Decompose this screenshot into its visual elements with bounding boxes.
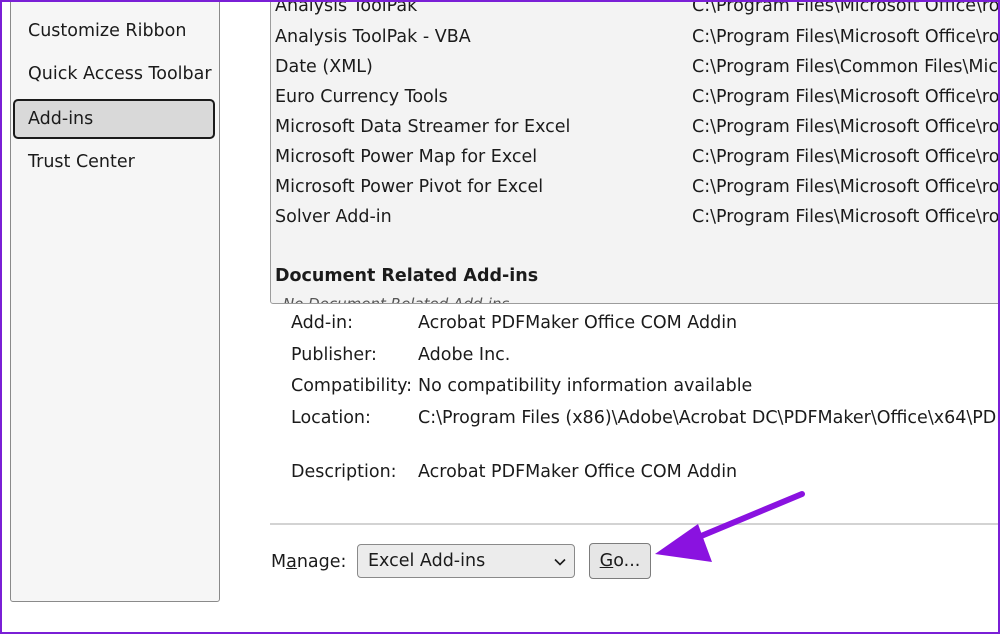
addin-location: C:\Program Files\Microsoft Office\root <box>692 87 1000 107</box>
addin-name: Microsoft Data Streamer for Excel <box>275 117 571 137</box>
manage-select-value: Excel Add-ins <box>368 551 486 571</box>
window-frame: Customize Ribbon Quick Access Toolbar Ad… <box>0 0 1000 634</box>
detail-addin-label: Add-in: <box>291 313 354 333</box>
detail-location-label: Location: <box>291 408 371 428</box>
detail-publisher-label: Publisher: <box>291 345 377 365</box>
pointer-arrow-icon <box>655 491 805 562</box>
list-item[interactable]: Date (XML) C:\Program Files\Common Files… <box>275 54 1000 80</box>
sidebar-item-add-ins[interactable]: Add-ins <box>13 99 215 139</box>
detail-addin-value: Acrobat PDFMaker Office COM Addin <box>418 313 738 333</box>
list-item[interactable]: Euro Currency Tools C:\Program Files\Mic… <box>275 84 1000 110</box>
addin-name: Date (XML) <box>275 57 373 77</box>
addin-location: C:\Program Files\Common Files\Micro <box>692 57 1000 77</box>
addin-location: C:\Program Files\Microsoft Office\root <box>692 147 1000 167</box>
detail-description-label: Description: <box>291 462 397 482</box>
addin-location: C:\Program Files\Microsoft Office\root <box>692 207 1000 227</box>
sidebar-item-quick-access-toolbar[interactable]: Quick Access Toolbar <box>13 54 215 94</box>
addin-location: C:\Program Files\Microsoft Office\root <box>692 0 1000 16</box>
addin-location: C:\Program Files\Microsoft Office\root <box>692 117 1000 137</box>
addins-list[interactable]: Analysis ToolPak C:\Program Files\Micros… <box>270 0 1000 304</box>
sidebar-item-customize-ribbon[interactable]: Customize Ribbon <box>13 11 215 51</box>
go-button-access-key: G <box>599 551 614 571</box>
list-item[interactable]: Microsoft Data Streamer for Excel C:\Pro… <box>275 114 1000 140</box>
go-button-label: o... <box>613 551 641 571</box>
manage-label-prefix: M <box>271 552 287 572</box>
manage-select[interactable]: Excel Add-ins <box>357 544 575 578</box>
detail-location-value: C:\Program Files (x86)\Adobe\Acrobat DC\… <box>418 408 1000 428</box>
options-sidebar: Customize Ribbon Quick Access Toolbar Ad… <box>10 2 220 602</box>
manage-label: Manage: <box>271 549 346 575</box>
list-item[interactable]: Solver Add-in C:\Program Files\Microsoft… <box>275 204 1000 230</box>
list-item[interactable]: Analysis ToolPak C:\Program Files\Micros… <box>275 0 1000 19</box>
document-addins-empty-text: No Document Related Add-ins <box>283 295 510 304</box>
addin-name: Microsoft Power Map for Excel <box>275 147 538 167</box>
divider <box>270 523 998 525</box>
document-addins-group-header: Document Related Add-ins <box>275 266 539 286</box>
addin-name: Analysis ToolPak - VBA <box>275 27 471 47</box>
list-item[interactable]: Microsoft Power Pivot for Excel C:\Progr… <box>275 174 1000 200</box>
detail-publisher-value: Adobe Inc. <box>418 345 511 365</box>
detail-compatibility-value: No compatibility information available <box>418 376 753 396</box>
chevron-down-icon <box>554 545 566 577</box>
list-item[interactable]: Microsoft Power Map for Excel C:\Program… <box>275 144 1000 170</box>
addin-name: Microsoft Power Pivot for Excel <box>275 177 544 197</box>
detail-compatibility-label: Compatibility: <box>291 376 413 396</box>
detail-description-value: Acrobat PDFMaker Office COM Addin <box>418 462 738 482</box>
addin-name: Euro Currency Tools <box>275 87 448 107</box>
addin-location: C:\Program Files\Microsoft Office\root <box>692 27 1000 47</box>
addin-name: Solver Add-in <box>275 207 392 227</box>
manage-label-suffix: nage: <box>296 552 347 572</box>
addin-name: Analysis ToolPak <box>275 0 418 16</box>
manage-label-access-key: a <box>286 552 297 572</box>
sidebar-item-trust-center[interactable]: Trust Center <box>13 142 215 182</box>
list-item[interactable]: Analysis ToolPak - VBA C:\Program Files\… <box>275 24 1000 50</box>
addin-location: C:\Program Files\Microsoft Office\root <box>692 177 1000 197</box>
